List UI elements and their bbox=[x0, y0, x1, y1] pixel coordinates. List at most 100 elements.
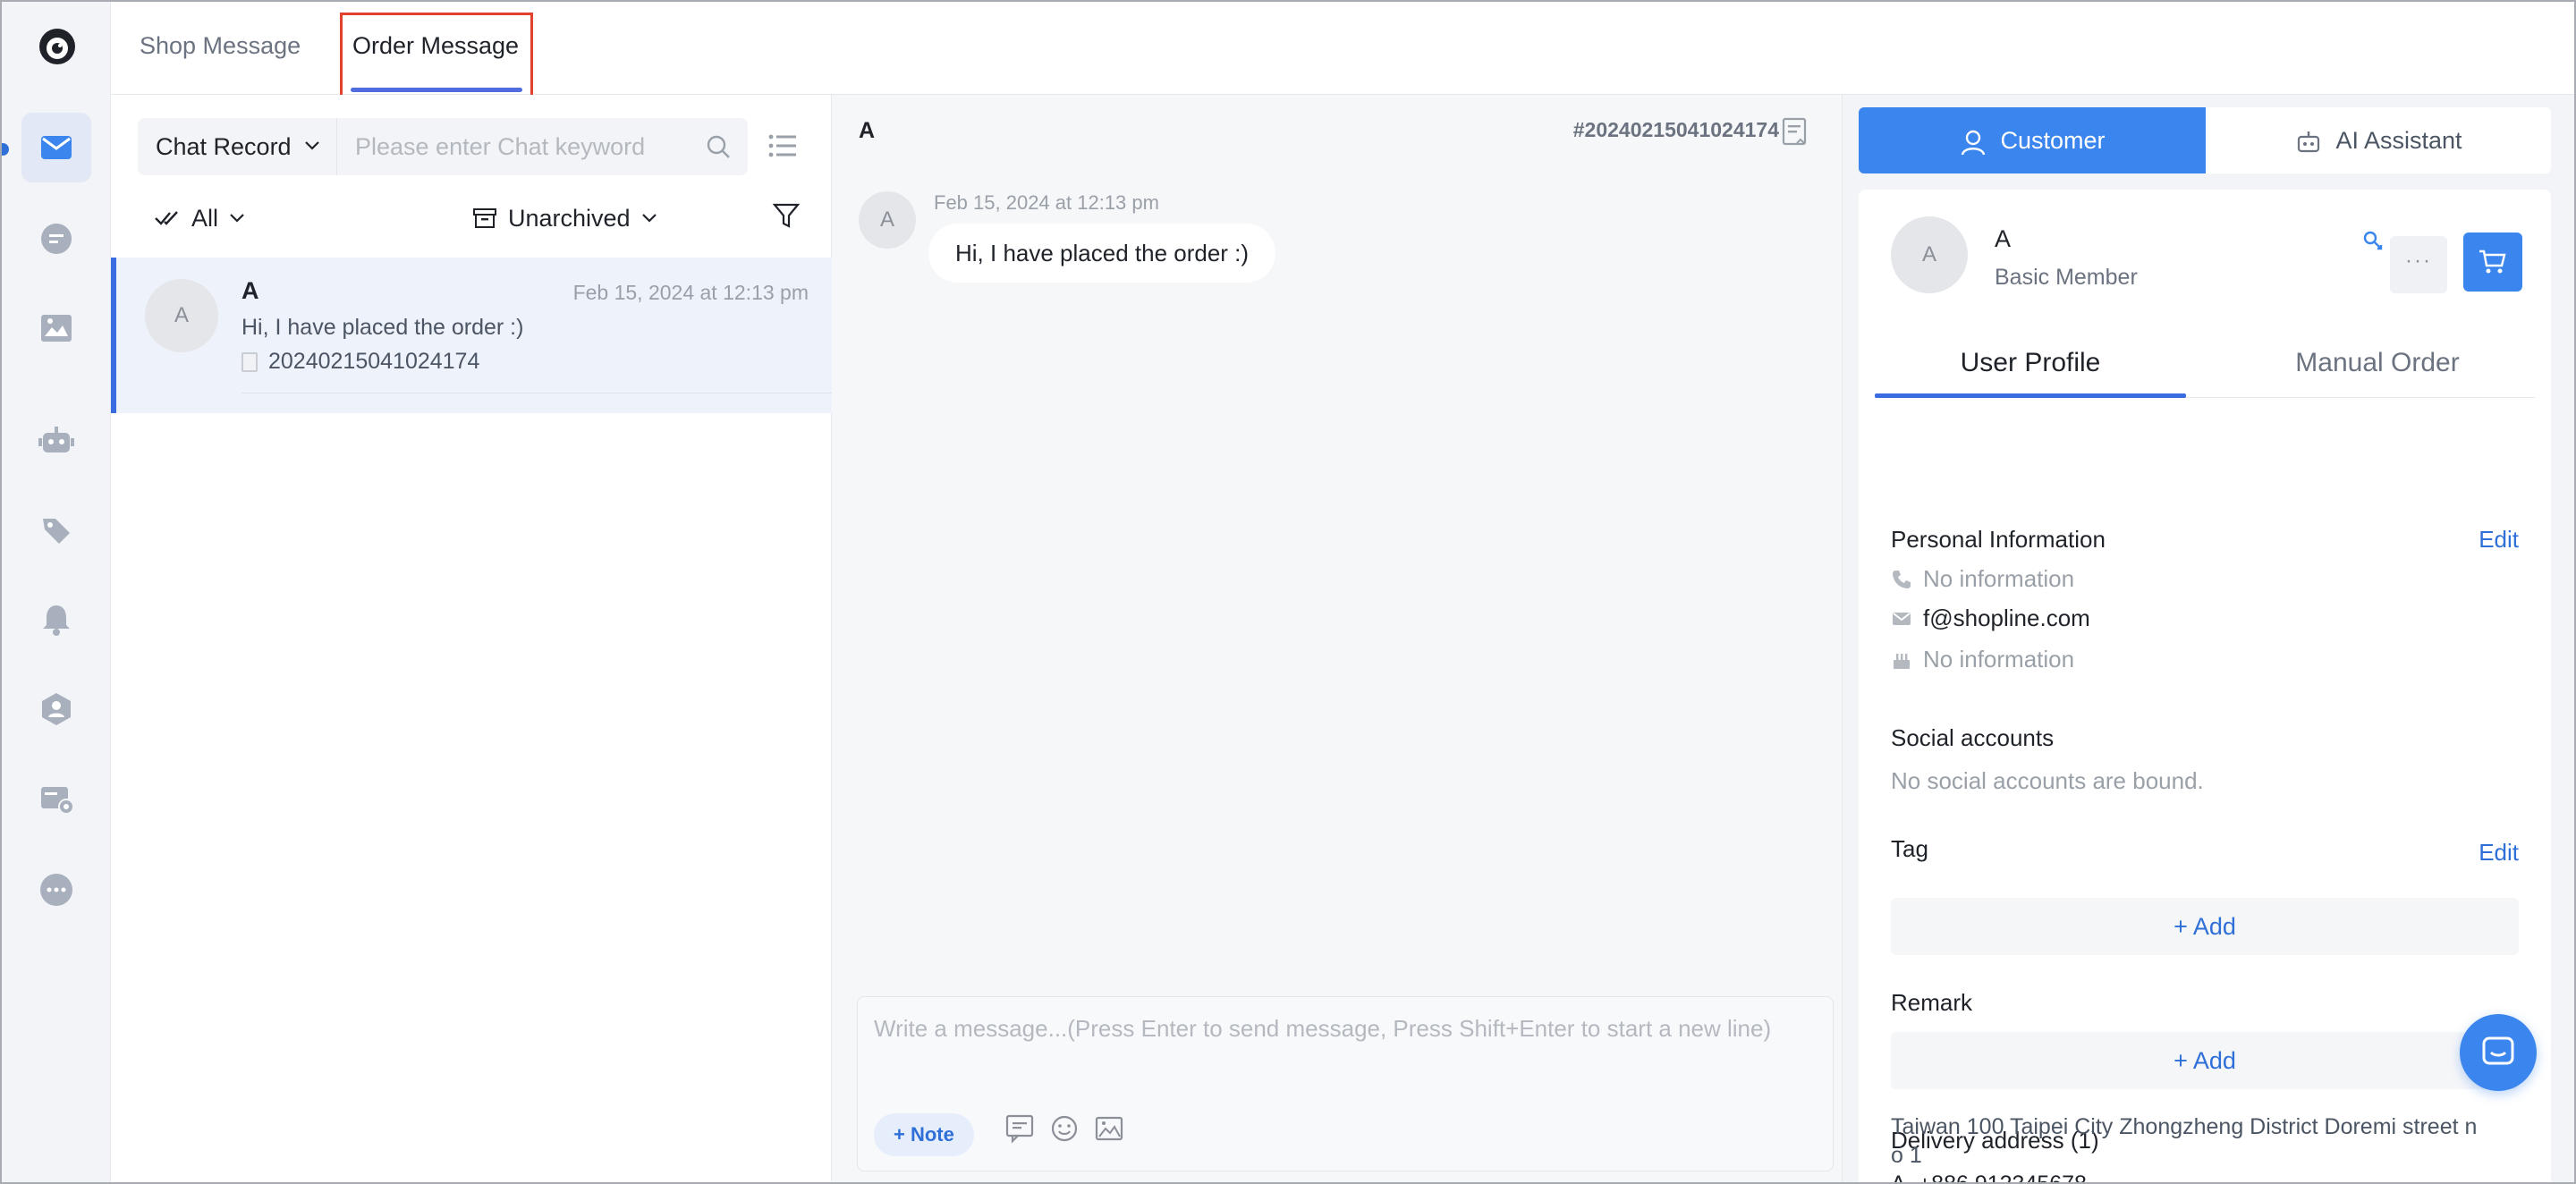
nav-agents-icon[interactable] bbox=[21, 674, 91, 744]
remark-title: Remark bbox=[1891, 989, 1973, 1016]
email-icon bbox=[1893, 612, 1911, 625]
tab-ai-assistant[interactable]: AI Assistant bbox=[2206, 107, 2551, 173]
add-tag-label: Add bbox=[2192, 913, 2236, 940]
search-input[interactable] bbox=[337, 118, 695, 175]
top-tab-bar: Shop Message Order Message bbox=[111, 2, 2574, 107]
conversation-list-panel: Chat Record All Unarchived A A Feb 15, 2… bbox=[111, 95, 832, 1182]
image-icon[interactable] bbox=[1094, 1113, 1124, 1144]
tag-title: Tag bbox=[1891, 835, 1928, 862]
tab-customer-label: Customer bbox=[2000, 127, 2106, 154]
tag-edit-link[interactable]: Edit bbox=[2479, 839, 2519, 867]
note-label: Note bbox=[910, 1123, 954, 1146]
avatar: A bbox=[859, 191, 916, 249]
left-rail bbox=[2, 2, 111, 1182]
user-icon bbox=[1962, 130, 1986, 156]
conversation-item[interactable]: A A Feb 15, 2024 at 12:13 pm Hi, I have … bbox=[111, 258, 832, 413]
cake-icon bbox=[1894, 653, 1910, 669]
add-remark-label: Add bbox=[2192, 1047, 2236, 1074]
emoji-icon[interactable] bbox=[1049, 1113, 1080, 1144]
support-chat-button[interactable] bbox=[2460, 1014, 2537, 1091]
order-doc-icon bbox=[242, 351, 258, 372]
personal-info-title: Personal Information bbox=[1891, 526, 2106, 553]
tab-shop-message[interactable]: Shop Message bbox=[140, 2, 301, 95]
social-accounts-empty: No social accounts are bound. bbox=[1891, 767, 2204, 794]
nav-messages-icon[interactable] bbox=[21, 113, 91, 182]
chevron-down-icon bbox=[641, 214, 657, 223]
customer-panel: Customer AI Assistant A A Basic Member ·… bbox=[1843, 95, 2574, 1184]
active-tab-underline bbox=[1875, 393, 2186, 398]
panel-segment-control: Customer AI Assistant bbox=[1859, 107, 2551, 173]
nav-media-icon[interactable] bbox=[21, 293, 91, 363]
active-tab-underline bbox=[351, 88, 522, 92]
quick-reply-icon[interactable] bbox=[1004, 1113, 1035, 1144]
search-box bbox=[336, 118, 748, 175]
filter-archive-dropdown[interactable]: Unarchived bbox=[472, 199, 657, 238]
conversation-time: Feb 15, 2024 at 12:13 pm bbox=[572, 281, 809, 304]
cart-button[interactable] bbox=[2463, 233, 2522, 292]
filter-all-dropdown[interactable]: All bbox=[154, 199, 245, 238]
app-window: Shop Message Order Message Chat Record A… bbox=[0, 0, 2576, 1184]
app-logo-icon bbox=[38, 27, 77, 66]
email-value: f@shopline.com bbox=[1923, 605, 2090, 631]
delivery-address-line: Taiwan 100 Taipei City Zhongzheng Distri… bbox=[1891, 1114, 2478, 1139]
add-remark-button[interactable]: + Add bbox=[1891, 1032, 2519, 1089]
filter-archive-label: Unarchived bbox=[508, 205, 631, 232]
tab-ai-label: AI Assistant bbox=[2335, 127, 2462, 154]
chat-header-name: A bbox=[859, 118, 876, 143]
note-button[interactable]: + Note bbox=[874, 1113, 974, 1156]
nav-notifications-icon[interactable] bbox=[21, 585, 91, 655]
order-detail-icon[interactable] bbox=[1781, 116, 1809, 148]
email-row: f@shopline.com bbox=[1891, 605, 2090, 632]
robot-icon bbox=[2298, 131, 2320, 152]
double-check-icon bbox=[155, 211, 178, 225]
chevron-down-icon bbox=[305, 141, 319, 150]
active-indicator bbox=[2, 143, 9, 156]
conversation-name: A bbox=[242, 277, 259, 304]
filter-icon[interactable] bbox=[771, 200, 801, 231]
tab-order-message[interactable]: Order Message bbox=[352, 2, 519, 95]
message-bubble: Hi, I have placed the order :) bbox=[928, 224, 1276, 283]
birthday-row: No information bbox=[1891, 646, 2074, 673]
tab-manual-order[interactable]: Manual Order bbox=[2222, 338, 2533, 399]
conversation-preview: Hi, I have placed the order :) bbox=[242, 315, 524, 340]
chat-record-label: Chat Record bbox=[156, 133, 292, 160]
nav-tags-icon[interactable] bbox=[21, 495, 91, 565]
customer-card: A A Basic Member ··· User Profile Manual… bbox=[1859, 190, 2551, 1184]
plus-icon: + bbox=[894, 1123, 911, 1146]
avatar: A bbox=[145, 279, 218, 352]
search-icon[interactable] bbox=[705, 133, 732, 160]
delivery-address-line-cont: o 1 bbox=[1891, 1143, 1922, 1168]
customer-name: A bbox=[1995, 225, 2012, 252]
birthday-value: No information bbox=[1923, 646, 2075, 672]
social-accounts-title: Social accounts bbox=[1891, 724, 2055, 751]
more-options-button[interactable]: ··· bbox=[2390, 236, 2447, 293]
delivery-contact: A, +886 912345678 bbox=[1891, 1171, 2087, 1184]
add-tag-button[interactable]: + Add bbox=[1891, 898, 2519, 955]
tab-user-profile[interactable]: User Profile bbox=[1875, 338, 2186, 399]
conversation-order-number: 20240215041024174 bbox=[242, 349, 479, 375]
phone-value: No information bbox=[1923, 565, 2075, 592]
avatar: A bbox=[1891, 216, 1968, 293]
chat-panel: A #20240215041024174 A Feb 15, 2024 at 1… bbox=[832, 95, 1843, 1182]
cart-icon bbox=[2479, 249, 2506, 274]
chat-header-order-number[interactable]: #20240215041024174 bbox=[1573, 118, 1779, 142]
composer-placeholder: Write a message...(Press Enter to send m… bbox=[874, 1015, 1772, 1042]
phone-row: No information bbox=[1891, 565, 2074, 593]
link-customer-icon[interactable] bbox=[2361, 229, 2385, 252]
plus-icon: + bbox=[2174, 1047, 2193, 1074]
chat-bubble-icon bbox=[2482, 1036, 2514, 1065]
list-view-icon[interactable] bbox=[766, 129, 800, 163]
nav-chat-icon[interactable] bbox=[21, 204, 91, 274]
membership-level: Basic Member bbox=[1995, 265, 2138, 290]
message-time: Feb 15, 2024 at 12:13 pm bbox=[934, 191, 1159, 214]
plus-icon: + bbox=[2174, 913, 2193, 940]
tab-customer[interactable]: Customer bbox=[1859, 107, 2206, 173]
nav-bot-icon[interactable] bbox=[21, 406, 91, 476]
nav-cards-settings-icon[interactable] bbox=[21, 764, 91, 833]
archive-icon bbox=[473, 208, 496, 228]
chevron-down-icon bbox=[230, 214, 244, 223]
message-composer[interactable]: Write a message...(Press Enter to send m… bbox=[857, 996, 1834, 1171]
personal-info-edit-link[interactable]: Edit bbox=[2479, 526, 2519, 554]
nav-more-icon[interactable] bbox=[21, 855, 91, 925]
chat-record-dropdown[interactable]: Chat Record bbox=[138, 118, 336, 175]
